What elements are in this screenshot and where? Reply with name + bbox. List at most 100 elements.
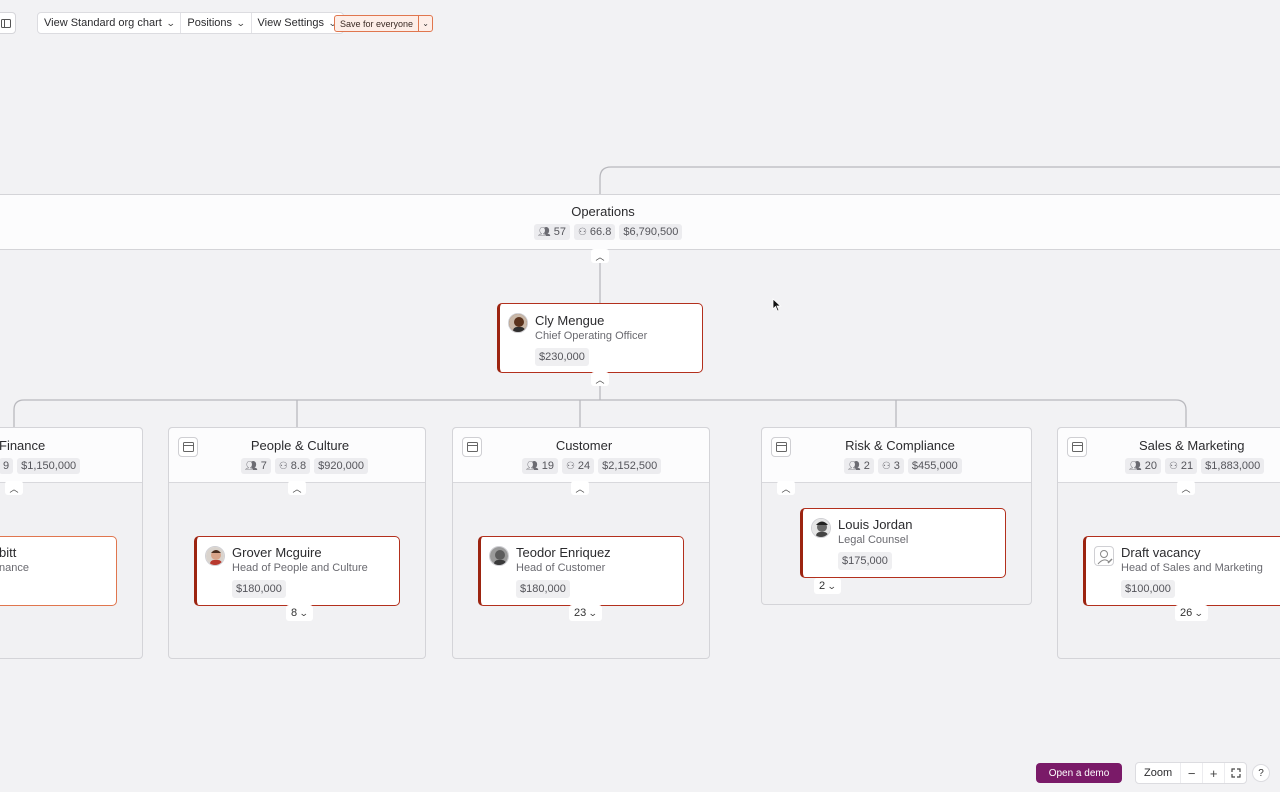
reports-count: 2 [819,580,826,592]
reports-count: 23 [574,607,587,619]
budget-stat: $2,152,500 [598,458,662,474]
department-header [453,428,709,483]
zoom-in-button[interactable]: + [1202,763,1224,783]
collapse-finance-button[interactable]: ︿ [5,481,23,495]
sales-lead-card[interactable]: Draft vacancy Head of Sales and Marketin… [1083,536,1280,606]
vacancy-icon [1094,546,1114,566]
person-fte-icon: ⚇ [565,460,575,472]
department-header [0,428,142,483]
fte-stat: ⚇ 66.8 [573,224,616,240]
department-stats: 👥︎ 20 ⚇ 21 $1,883,000 [1125,458,1265,474]
coo-card[interactable]: Cly Mengue Chief Operating Officer $230,… [497,303,703,373]
department-title: Finance [0,438,46,453]
person-fte-icon: ⚇ [278,460,288,472]
collapse-people-button[interactable]: ︿ [288,481,306,495]
headcount-stat: 👥︎ 7 [241,458,271,474]
person-salary: $180,000 [232,580,286,598]
people-icon: 👥︎ [1129,460,1142,472]
person-name: Cly Mengue [535,313,605,328]
department-stats: 9 $1,150,000 [0,458,81,474]
department-title: Customer [555,438,613,453]
risk-lead-card[interactable]: Louis Jordan Legal Counsel $175,000 [800,508,1006,578]
person-name: Grover Mcguire [232,545,322,560]
budget-stat: $1,883,000 [1201,458,1265,474]
department-title: Risk & Compliance [845,438,955,453]
department-header [169,428,425,483]
person-fte-icon: ⚇ [1168,460,1178,472]
person-role: Head of Sales and Marketing [1121,562,1263,574]
department-title: Sales & Marketing [1139,438,1245,453]
avatar [205,546,225,566]
person-fte-icon: ⚇ [577,226,587,238]
fte-stat: ⚇ 8.8 [274,458,311,474]
budget-stat: $6,790,500 [619,224,683,240]
person-name: Louis Jordan [838,517,913,532]
person-salary: $180,000 [516,580,570,598]
expand-reports-button[interactable]: 8 ⌄ [286,605,313,621]
zoom-out-button[interactable]: − [1180,763,1202,783]
zoom-controls: Zoom − + [1135,762,1248,784]
headcount-stat: 👥︎ 19 [522,458,558,474]
person-role: nance [0,562,29,574]
department-stats: 👥︎ 2 ⚇ 3 $455,000 [844,458,962,474]
operations-group[interactable] [0,194,1280,250]
person-role: Head of Customer [516,562,606,574]
department-stats: 👥︎ 19 ⚇ 24 $2,152,500 [522,458,662,474]
people-icon: 👥︎ [245,460,258,472]
chevron-up-icon: ︿ [595,251,605,262]
person-role: Legal Counsel [838,534,909,546]
open-demo-button[interactable]: Open a demo [1036,763,1122,783]
mouse-cursor-icon [772,298,782,317]
person-salary: $100,000 [1121,580,1175,598]
expand-reports-button[interactable]: 2 ⌄ [814,578,841,594]
headcount-stat: 👥︎ 2 [844,458,874,474]
chevron-down-icon: ⌄ [588,607,598,618]
expand-reports-button[interactable]: 26 ⌄ [1175,605,1208,621]
department-stats: 👥︎ 7 ⚇ 8.8 $920,000 [241,458,368,474]
chevron-up-icon: ︿ [575,483,585,494]
operations-stats: 👥︎ 57 ⚇ 66.8 $6,790,500 [534,224,683,240]
expand-reports-button[interactable]: 23 ⌄ [569,605,602,621]
budget-stat: $455,000 [907,458,962,474]
finance-lead-card[interactable]: bitt nance [0,536,117,606]
fte-stat: 9 [0,458,14,474]
fte-stat: ⚇ 24 [561,458,595,474]
customer-lead-card[interactable]: Teodor Enriquez Head of Customer $180,00… [478,536,684,606]
chevron-up-icon: ︿ [1181,483,1191,494]
person-salary: $175,000 [838,552,892,570]
avatar [489,546,509,566]
department-header [1058,428,1280,483]
budget-stat: $1,150,000 [17,458,81,474]
chevron-up-icon: ︿ [595,374,605,385]
person-salary: $230,000 [535,348,589,366]
person-role: Chief Operating Officer [535,330,648,342]
department-header [762,428,1031,483]
collapse-sales-button[interactable]: ︿ [1177,481,1195,495]
fte-stat: ⚇ 3 [877,458,904,474]
fullscreen-button[interactable] [1224,763,1246,783]
department-title: People & Culture [250,438,350,453]
chevron-up-icon: ︿ [292,483,302,494]
collapse-operations-button[interactable]: ︿ [591,249,609,263]
headcount-stat: 👥︎ 57 [534,224,570,240]
collapse-coo-button[interactable]: ︿ [591,372,609,386]
avatar [508,313,528,333]
help-button[interactable]: ? [1252,764,1270,782]
budget-stat: $920,000 [314,458,368,474]
person-role: Head of People and Culture [232,562,368,574]
reports-count: 8 [291,607,298,619]
reports-count: 26 [1180,607,1193,619]
person-name: Draft vacancy [1121,545,1201,560]
chevron-up-icon: ︿ [781,483,791,494]
fullscreen-icon [1231,768,1241,778]
people-lead-card[interactable]: Grover Mcguire Head of People and Cultur… [194,536,400,606]
people-icon: 👥︎ [848,460,861,472]
org-connector-lines [13,166,1280,544]
collapse-customer-button[interactable]: ︿ [571,481,589,495]
headcount-stat: 👥︎ 20 [1125,458,1161,474]
collapse-risk-button[interactable]: ︿ [777,481,795,495]
person-fte-icon: ⚇ [881,460,891,472]
operations-title: Operations [571,204,635,219]
chevron-down-icon: ⌄ [1194,607,1204,618]
avatar [811,518,831,538]
